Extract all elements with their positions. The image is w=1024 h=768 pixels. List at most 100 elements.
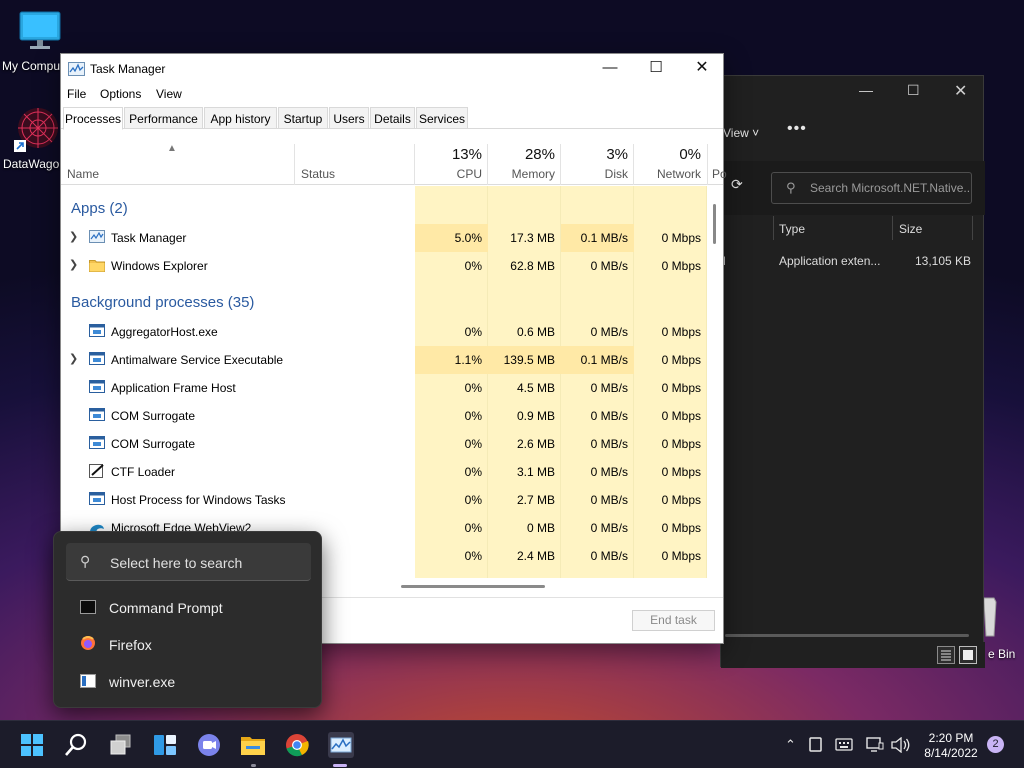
chevron-right-icon[interactable]: ❯ [69, 352, 78, 365]
widgets-icon[interactable] [149, 729, 181, 761]
file-explorer-window[interactable]: — ☐ ✕ View ˅ ••• ⟳ ⚲ Search Microsoft.NE… [720, 75, 985, 668]
tab-details[interactable]: Details [370, 107, 415, 129]
generic-process-icon [89, 492, 105, 505]
minimize-button[interactable]: — [587, 58, 633, 80]
large-icons-view-icon[interactable] [959, 646, 977, 664]
group-header-background-processes[interactable]: Background processes (35) [71, 294, 254, 311]
maximize-icon[interactable]: ☐ [907, 82, 920, 99]
process-network: 0 Mbps [661, 381, 701, 395]
process-row[interactable]: CTF Loader 0% 3.1 MB 0 MB/s 0 Mbps [61, 458, 707, 486]
tab-services[interactable]: Services [416, 107, 468, 129]
recycle-bin-icon[interactable] [982, 596, 998, 640]
column-header-network[interactable]: Network [641, 167, 701, 181]
end-task-button[interactable]: End task [632, 610, 715, 631]
chevron-right-icon[interactable]: ❯ [69, 258, 78, 271]
task-view-icon[interactable] [105, 729, 137, 761]
view-menu-button[interactable]: View ˅ [723, 126, 759, 140]
column-header-memory[interactable]: Memory [495, 167, 555, 181]
file-row-type[interactable]: Application exten... [779, 254, 880, 268]
process-name: COM Surrogate [111, 409, 196, 423]
flyout-item-command-prompt[interactable]: Command Prompt [80, 594, 310, 622]
process-network: 0 Mbps [661, 231, 701, 245]
flyout-item-winver[interactable]: winver.exe [80, 668, 310, 696]
process-row[interactable]: ❯ Antimalware Service Executable 1.1% 13… [61, 346, 707, 374]
process-disk: 0.1 MB/s [580, 231, 628, 245]
cpu-total-percent[interactable]: 13% [422, 146, 482, 163]
column-header-power-truncated[interactable]: Po [712, 167, 727, 181]
column-header-size[interactable]: Size [899, 222, 922, 236]
network-total-percent[interactable]: 0% [641, 146, 701, 163]
process-network: 0 Mbps [661, 521, 701, 535]
menu-options[interactable]: Options [100, 87, 141, 101]
folder-icon [89, 260, 105, 272]
flyout-item-firefox[interactable]: Firefox [80, 631, 310, 659]
chevron-up-icon[interactable]: ⌃ [785, 737, 796, 753]
process-row[interactable]: AggregatorHost.exe 0% 0.6 MB 0 MB/s 0 Mb… [61, 318, 707, 346]
menu-view[interactable]: View [156, 87, 182, 101]
process-row[interactable]: Host Process for Windows Tasks 0% 2.7 MB… [61, 486, 707, 514]
menu-file[interactable]: File [67, 87, 86, 101]
minimize-icon[interactable]: — [859, 82, 873, 98]
tab-bar: Processes Performance App history Startu… [61, 107, 723, 130]
process-row-task-manager[interactable]: ❯ Task Manager 5.0% 17.3 MB 0.1 MB/s 0 M… [61, 224, 707, 252]
horizontal-scrollbar[interactable] [725, 634, 969, 637]
memory-total-percent[interactable]: 28% [495, 146, 555, 163]
column-header-cpu[interactable]: CPU [422, 167, 482, 181]
process-network: 0 Mbps [661, 353, 701, 367]
process-network: 0 Mbps [661, 549, 701, 563]
chrome-icon[interactable] [281, 729, 313, 761]
file-row-size[interactable]: 13,105 KB [915, 254, 971, 268]
tab-processes[interactable]: Processes [63, 107, 123, 130]
column-header-name[interactable]: Name [67, 167, 99, 181]
maximize-button[interactable]: ☐ [633, 58, 679, 80]
process-row[interactable]: COM Surrogate 0% 2.6 MB 0 MB/s 0 Mbps [61, 430, 707, 458]
column-header-disk[interactable]: Disk [568, 167, 628, 181]
column-separator [892, 216, 893, 240]
network-monitor-icon[interactable] [866, 737, 884, 753]
tab-startup[interactable]: Startup [278, 107, 328, 129]
explorer-search-input[interactable]: ⚲ Search Microsoft.NET.Native... [771, 172, 972, 204]
refresh-icon[interactable]: ⟳ [731, 176, 743, 193]
horizontal-scrollbar-thumb[interactable] [401, 585, 545, 588]
tab-performance[interactable]: Performance [124, 107, 203, 129]
process-row[interactable]: Application Frame Host 0% 4.5 MB 0 MB/s … [61, 374, 707, 402]
chat-teams-icon[interactable] [193, 729, 225, 761]
process-memory: 2.4 MB [516, 549, 555, 563]
keyboard-icon[interactable] [835, 738, 853, 752]
process-memory: 17.3 MB [510, 231, 555, 245]
vertical-scrollbar-thumb[interactable] [713, 204, 716, 244]
notification-badge[interactable]: 2 [987, 736, 1004, 753]
process-list[interactable]: Apps (2) ❯ Task Manager 5.0% 17.3 MB 0.1… [61, 186, 707, 578]
task-manager-taskbar-icon[interactable] [325, 729, 357, 761]
group-header-apps[interactable]: Apps (2) [71, 200, 128, 217]
close-button[interactable]: ✕ [679, 58, 725, 80]
flyout-search-placeholder: Select here to search [110, 555, 243, 571]
volume-icon[interactable] [891, 737, 911, 753]
running-indicator [251, 764, 256, 767]
details-view-icon[interactable] [937, 646, 955, 664]
process-name: AggregatorHost.exe [111, 325, 218, 339]
sort-ascending-icon[interactable]: ▲ [167, 143, 177, 154]
process-name: COM Surrogate [111, 437, 196, 451]
column-header-type[interactable]: Type [779, 222, 805, 236]
close-icon[interactable]: ✕ [954, 81, 967, 101]
process-network: 0 Mbps [661, 437, 701, 451]
tab-users[interactable]: Users [329, 107, 369, 129]
file-explorer-icon[interactable] [237, 729, 269, 761]
column-header-status[interactable]: Status [301, 167, 335, 181]
clock-time: 2:20 PM [928, 731, 974, 745]
search-flyout[interactable]: ⚲ Select here to search Command Prompt F… [53, 531, 322, 708]
process-row[interactable]: COM Surrogate 0% 0.9 MB 0 MB/s 0 Mbps [61, 402, 707, 430]
start-windows-icon[interactable] [16, 729, 48, 761]
tablet-icon[interactable] [809, 737, 823, 753]
disk-total-percent[interactable]: 3% [568, 146, 628, 163]
tab-app-history[interactable]: App history [204, 107, 277, 129]
title-bar[interactable]: Task Manager — ☐ ✕ [61, 54, 723, 84]
firefox-icon [81, 636, 95, 650]
search-icon[interactable] [60, 729, 92, 761]
more-options-button[interactable]: ••• [787, 120, 807, 138]
flyout-search-input[interactable]: ⚲ Select here to search [66, 543, 311, 581]
system-clock[interactable]: 2:20 PM 8/14/2022 [918, 731, 984, 761]
process-row-windows-explorer[interactable]: ❯ Windows Explorer 0% 62.8 MB 0 MB/s 0 M… [61, 252, 707, 280]
chevron-right-icon[interactable]: ❯ [69, 230, 78, 243]
